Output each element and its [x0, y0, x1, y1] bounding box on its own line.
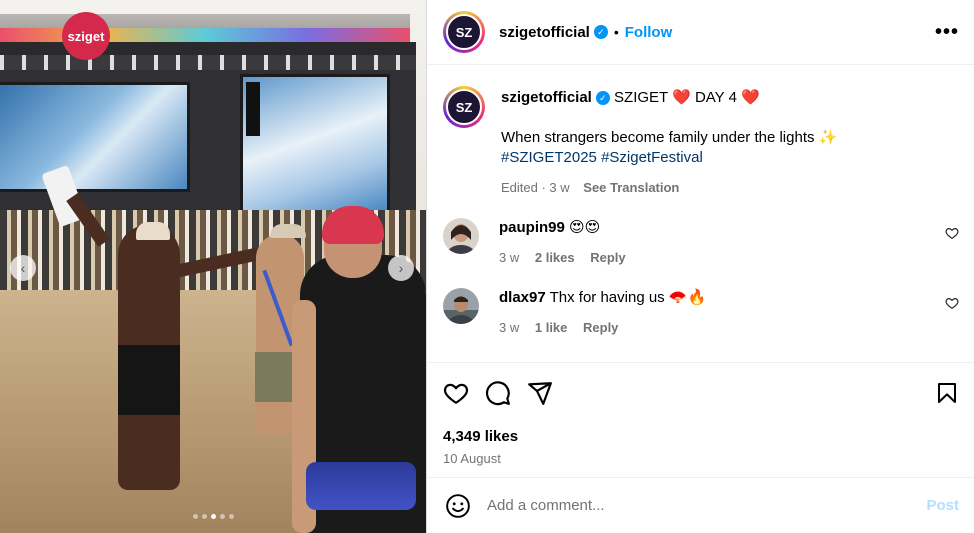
add-comment-bar: Post	[427, 477, 974, 533]
comment-likes[interactable]: 1 like	[535, 320, 568, 335]
edited-time: Edited · 3 w	[501, 180, 570, 195]
caption-body: When strangers become family under the l…	[501, 129, 838, 146]
caption-title: SZIGET ❤️ DAY 4 ❤️	[614, 89, 760, 106]
commenter-avatar[interactable]	[443, 218, 479, 254]
chevron-right-icon: ›	[398, 260, 404, 276]
more-options-icon[interactable]: •••	[935, 21, 959, 44]
commenter-avatar[interactable]	[443, 288, 479, 324]
action-bar	[443, 378, 959, 408]
comment-icon[interactable]	[485, 380, 511, 406]
reply-button[interactable]: Reply	[583, 320, 618, 335]
post-comment-button[interactable]: Post	[926, 497, 959, 514]
carousel-dot	[201, 514, 207, 519]
heart-icon[interactable]	[945, 226, 959, 240]
carousel-indicator	[0, 514, 426, 519]
heart-icon[interactable]	[443, 380, 469, 406]
verified-badge-icon: ✓	[595, 91, 610, 106]
comment-time: 3 w	[499, 250, 520, 265]
chevron-left-icon: ‹	[20, 260, 26, 276]
comment-username[interactable]: dlax97	[499, 289, 546, 306]
share-icon[interactable]	[527, 380, 553, 406]
comment-text: Thx for having us 🪭🔥	[549, 289, 707, 306]
stage-screen-left	[0, 82, 190, 192]
reply-button[interactable]: Reply	[590, 250, 625, 265]
heart-icon[interactable]	[945, 296, 959, 310]
post-details-panel: SZ szigetofficial ✓ • Follow ••• SZ szig…	[426, 0, 974, 533]
comment-body: dlax97 Thx for having us 🪭🔥 3 w 1 like R…	[499, 288, 706, 338]
comment-body: paupin99 😍😍 3 w 2 likes Reply	[499, 218, 626, 268]
person-cap	[136, 222, 170, 240]
sziget-logo: sziget	[62, 12, 110, 60]
caption-text-block: szigetofficial ✓ SZIGET ❤️ DAY 4 ❤️ When …	[501, 86, 837, 198]
emoji-icon[interactable]	[445, 493, 471, 519]
comment-input[interactable]	[487, 497, 887, 514]
caption: SZ szigetofficial ✓ SZIGET ❤️ DAY 4 ❤️ Wh…	[443, 86, 959, 198]
comment-likes[interactable]: 2 likes	[535, 250, 575, 265]
carousel-dot	[228, 514, 234, 519]
comment-meta: 3 w 1 like Reply	[499, 318, 706, 338]
follow-button[interactable]: Follow	[625, 24, 673, 41]
caption-meta: Edited · 3 w See Translation	[501, 178, 837, 198]
header-separator: •	[613, 24, 619, 40]
comments-section[interactable]: SZ szigetofficial ✓ SZIGET ❤️ DAY 4 ❤️ Wh…	[427, 66, 974, 362]
hashtag-link[interactable]: #SZIGET2025	[501, 149, 597, 166]
carousel-next-button[interactable]: ›	[388, 255, 414, 281]
comment-time: 3 w	[499, 320, 520, 335]
caption-username[interactable]: szigetofficial	[501, 89, 592, 106]
carousel-dot-active	[210, 514, 216, 519]
stage-speaker	[246, 82, 260, 136]
verified-badge-icon: ✓	[593, 25, 608, 39]
carousel-prev-button[interactable]: ‹	[10, 255, 36, 281]
stage-screen-right	[240, 74, 390, 220]
post-header: SZ szigetofficial ✓ • Follow •••	[427, 0, 974, 65]
person-hat	[270, 224, 306, 238]
person-shorts	[118, 345, 180, 415]
likes-count[interactable]: 4,349 likes	[443, 428, 959, 445]
profile-avatar[interactable]: SZ	[443, 11, 485, 53]
caption-avatar[interactable]: SZ	[443, 86, 485, 128]
bookmark-icon[interactable]	[935, 381, 959, 405]
post-date: 10 August	[443, 451, 501, 466]
post-modal: sziget ‹ › SZ szigetofficial ✓ • Follow …	[0, 0, 974, 533]
avatar-logo: SZ	[446, 89, 482, 125]
comment-username[interactable]: paupin99	[499, 219, 565, 236]
header-username[interactable]: szigetofficial	[499, 24, 590, 41]
carousel-dot	[192, 514, 198, 519]
post-actions: 4,349 likes 10 August	[427, 362, 974, 466]
belt-bag	[306, 462, 416, 510]
carousel-dot	[219, 514, 225, 519]
post-photo[interactable]: sziget ‹ ›	[0, 0, 426, 533]
comment-text: 😍😍	[569, 219, 601, 236]
hashtag-link[interactable]: #SzigetFestival	[601, 149, 703, 166]
avatar-logo: SZ	[446, 14, 482, 50]
comment-meta: 3 w 2 likes Reply	[499, 248, 626, 268]
comment-item: paupin99 😍😍 3 w 2 likes Reply	[443, 218, 959, 268]
see-translation-button[interactable]: See Translation	[583, 180, 679, 195]
comment-item: dlax97 Thx for having us 🪭🔥 3 w 1 like R…	[443, 288, 959, 338]
